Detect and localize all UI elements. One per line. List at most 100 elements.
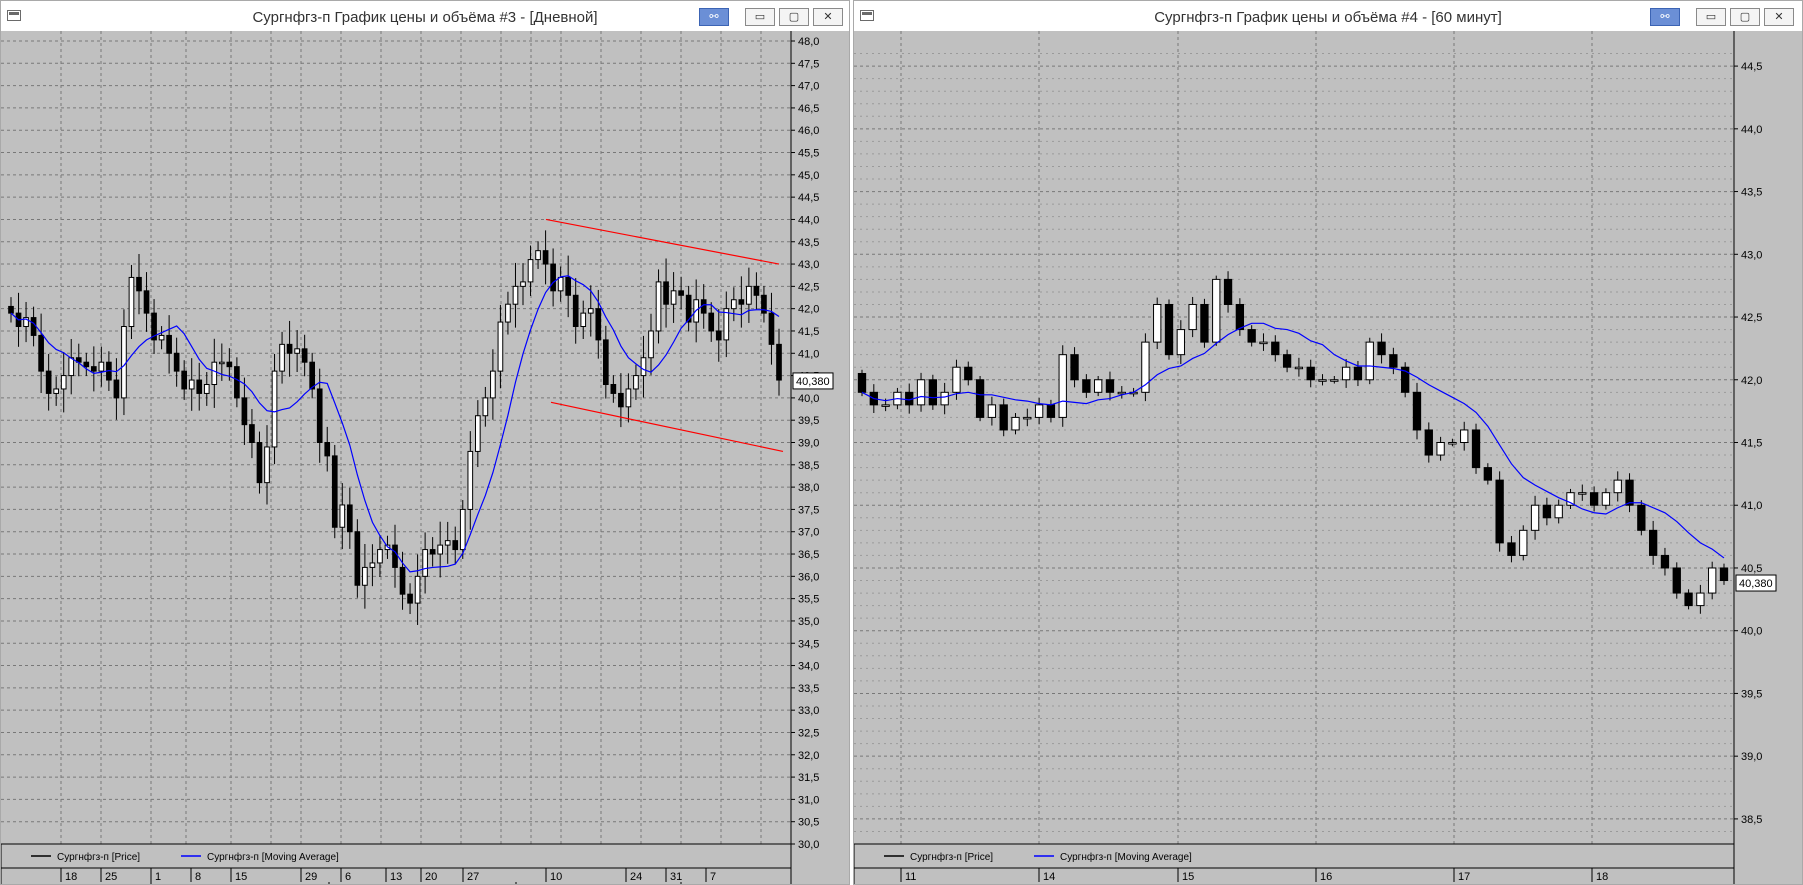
candle-up bbox=[512, 285, 519, 305]
link-button[interactable]: ⚯ bbox=[699, 8, 729, 26]
chart-area[interactable]: 48,0 47,5 47,0 46,5 46,0 45,5 45,0 44,5 44,0 43,5… bbox=[1, 31, 850, 885]
candle-up bbox=[1330, 379, 1339, 382]
minimize-button[interactable]: ▭ bbox=[745, 8, 775, 26]
y-tick-label: 42,5 bbox=[1741, 312, 1762, 324]
price-marker-label: 40,380 bbox=[796, 376, 830, 388]
window-titlebar[interactable]: Сургнфгз-п График цены и объёма #4 - [60… bbox=[854, 1, 1802, 31]
candle-up bbox=[422, 549, 428, 577]
candle-down bbox=[1424, 429, 1433, 456]
candle-up bbox=[1554, 504, 1563, 519]
x-tick-label: 14 bbox=[1043, 871, 1055, 883]
y-tick-label: 37,0 bbox=[798, 527, 819, 539]
candle-up bbox=[916, 379, 926, 406]
y-tick-label: 47,0 bbox=[798, 81, 819, 93]
candle-up bbox=[474, 415, 481, 452]
link-button[interactable]: ⚯ bbox=[1650, 8, 1680, 26]
candle-down bbox=[38, 334, 44, 372]
x-tick-label: 25 bbox=[105, 871, 117, 883]
candle-up bbox=[1023, 416, 1032, 420]
candle-up bbox=[218, 361, 225, 365]
chart-area[interactable]: 44,5 44,0 43,5 43,0 42,5 42,0 41,5 41,0 40,5 40,0… bbox=[854, 31, 1803, 885]
candle-up bbox=[264, 446, 270, 484]
y-tick-label: 30,0 bbox=[798, 839, 819, 851]
legend-ma-label: Сургнфгз-п [Moving Average] bbox=[1060, 851, 1192, 863]
candle-down bbox=[1046, 404, 1056, 418]
maximize-button[interactable]: ▢ bbox=[1730, 8, 1760, 26]
candle-up bbox=[98, 361, 105, 372]
y-tick-label: 30,5 bbox=[798, 817, 819, 829]
candle-down bbox=[1507, 542, 1516, 556]
y-tick-label: 40,0 bbox=[1741, 626, 1762, 638]
candle-up bbox=[1530, 504, 1540, 531]
y-tick-label: 34,0 bbox=[798, 661, 819, 673]
y-tick-label: 46,0 bbox=[798, 125, 819, 137]
candle-up bbox=[1365, 341, 1374, 381]
y-tick-label: 43,0 bbox=[1741, 249, 1762, 261]
y-tick-label: 41,0 bbox=[1741, 500, 1762, 512]
candle-down bbox=[392, 544, 398, 568]
candle-down bbox=[1271, 341, 1280, 356]
legend-price-label: Сургнфгз-п [Price] bbox=[910, 851, 993, 863]
close-button[interactable]: ✕ bbox=[813, 8, 843, 26]
y-tick-label: 39,5 bbox=[1741, 688, 1762, 700]
hourly-price-chart[interactable]: 44,5 44,0 43,5 43,0 42,5 42,0 41,5 41,0 40,5 40,0… bbox=[854, 31, 1803, 885]
candle-up bbox=[1117, 391, 1126, 395]
candle-down bbox=[610, 384, 617, 394]
candle-up bbox=[670, 290, 677, 305]
x-tick-label: 11 bbox=[905, 871, 916, 883]
candle-up bbox=[881, 404, 890, 407]
candle-down bbox=[90, 366, 97, 372]
candle-up bbox=[279, 343, 285, 372]
candle-down bbox=[399, 566, 406, 595]
candle-down bbox=[1660, 554, 1670, 569]
chart-window-60min[interactable]: Сургнфгз-п График цены и объёма #4 - [60… bbox=[853, 0, 1803, 885]
candle-up bbox=[940, 391, 949, 406]
y-tick-label: 36,0 bbox=[798, 571, 819, 583]
candle-down bbox=[1684, 592, 1693, 607]
candle-up bbox=[640, 357, 647, 377]
candle-down bbox=[1377, 341, 1386, 356]
legend-price-label: Сургнфгз-п [Price] bbox=[57, 851, 140, 863]
x-tick-label: 18 bbox=[65, 871, 77, 883]
x-tick-label: 13 bbox=[390, 871, 402, 883]
chart-window-daily[interactable]: Сургнфгз-п График цены и объёма #3 - [Дн… bbox=[0, 0, 850, 885]
legend-ma-label: Сургнфгз-п [Moving Average] bbox=[207, 851, 339, 863]
candle-down bbox=[8, 305, 14, 314]
candle-down bbox=[768, 312, 775, 345]
candle-up bbox=[1034, 404, 1044, 418]
candle-up bbox=[1188, 303, 1197, 331]
candle-down bbox=[1164, 303, 1174, 356]
candle-up bbox=[467, 450, 474, 510]
minimize-button[interactable]: ▭ bbox=[1696, 8, 1726, 26]
maximize-button[interactable]: ▢ bbox=[779, 8, 809, 26]
candle-up bbox=[1578, 492, 1587, 495]
candle-up bbox=[128, 276, 135, 328]
candle-up bbox=[188, 379, 195, 390]
close-button[interactable]: ✕ bbox=[1764, 8, 1794, 26]
y-tick-label: 45,0 bbox=[798, 170, 819, 182]
candle-down bbox=[45, 370, 52, 394]
candle-down bbox=[1471, 429, 1481, 469]
candle-down bbox=[286, 343, 293, 354]
daily-price-chart[interactable]: 48,0 47,5 47,0 46,5 46,0 45,5 45,0 44,5 44,0 43,5… bbox=[1, 31, 850, 885]
x-tick-label: 8 bbox=[195, 871, 201, 883]
candle-down bbox=[1353, 366, 1363, 381]
candle-up bbox=[1601, 492, 1611, 506]
candle-up bbox=[444, 540, 451, 546]
candle-down bbox=[1412, 391, 1422, 431]
y-tick-label: 44,0 bbox=[1741, 124, 1762, 136]
window-titlebar[interactable]: Сургнфгз-п График цены и объёма #3 - [Дн… bbox=[1, 1, 849, 31]
candle-up bbox=[211, 361, 218, 386]
candle-down bbox=[595, 308, 602, 341]
x-tick-label: 10 bbox=[550, 871, 562, 883]
candle-down bbox=[1282, 354, 1292, 368]
candle-up bbox=[1176, 329, 1185, 356]
candle-down bbox=[1719, 567, 1729, 582]
y-tick-label: 38,5 bbox=[1741, 814, 1762, 826]
candle-up bbox=[952, 366, 961, 393]
candle-down bbox=[309, 361, 316, 390]
candle-up bbox=[535, 250, 541, 261]
candle-down bbox=[1389, 354, 1398, 368]
candle-up bbox=[1294, 366, 1304, 370]
y-tick-label: 42,0 bbox=[1741, 375, 1762, 387]
